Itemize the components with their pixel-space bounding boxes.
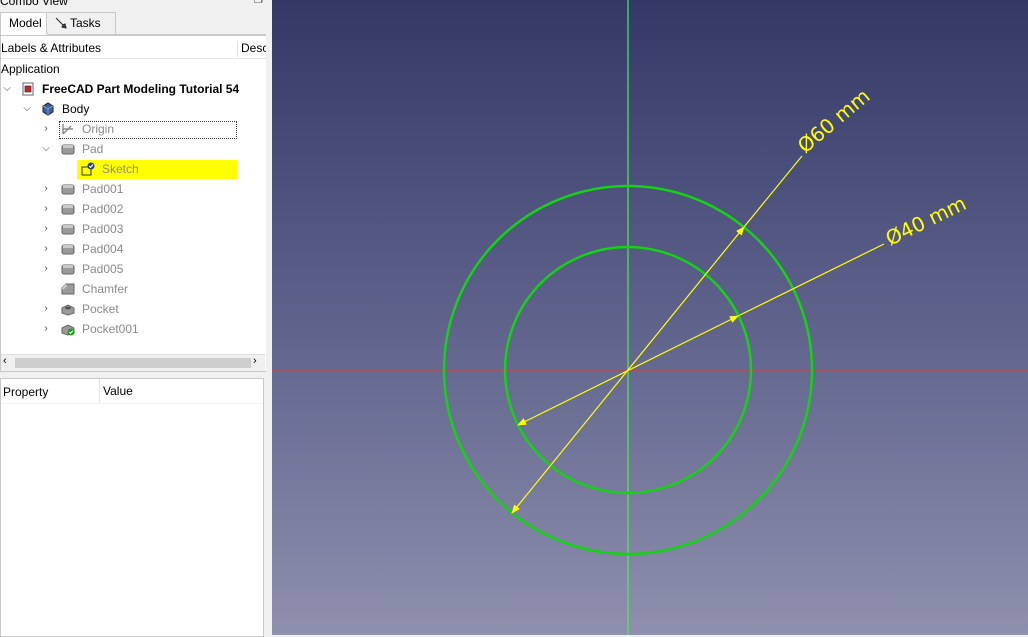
pad-icon <box>61 144 75 155</box>
tree-root-application[interactable]: Application <box>1 59 267 79</box>
sketch-icon <box>81 162 95 176</box>
tab-model[interactable]: Model <box>0 12 48 35</box>
pad-label: Pad <box>82 142 104 156</box>
tree-item-origin[interactable]: › Origin <box>1 119 267 139</box>
outer-diameter-leader <box>743 155 803 228</box>
tree-item-document[interactable]: ⌵ FreeCAD Part Modeling Tutorial 54 <box>1 79 267 99</box>
tree-item-pad005[interactable]: › Pad005 <box>1 259 267 279</box>
chevron-right-icon[interactable]: › <box>41 299 51 319</box>
chevron-right-icon[interactable]: › <box>41 319 51 339</box>
chevron-right-icon[interactable]: › <box>41 179 51 199</box>
scroll-left-icon[interactable]: ‹ <box>3 355 7 367</box>
pocket-label: Pocket <box>82 302 119 316</box>
selection-highlight <box>77 160 237 179</box>
header-divider <box>1 403 263 404</box>
pad-icon <box>61 224 75 235</box>
tree-item-pad003[interactable]: › Pad003 <box>1 219 267 239</box>
sketch-canvas[interactable]: Ø60 mm Ø40 mm <box>272 0 1028 635</box>
document-label: FreeCAD Part Modeling Tutorial 54 <box>42 82 240 96</box>
sketch-label: Sketch <box>102 162 139 176</box>
combo-tabs: Model Tasks <box>0 12 270 35</box>
pad-icon <box>61 264 75 275</box>
pocket-icon <box>61 304 75 316</box>
tree-item-pocket001[interactable]: › Pocket001 <box>1 319 267 339</box>
pad004-label: Pad004 <box>82 242 124 256</box>
pad002-label: Pad002 <box>82 202 124 216</box>
inner-diameter-label[interactable]: Ø40 mm <box>882 191 970 250</box>
float-panel-icon[interactable]: ❐ <box>254 0 263 6</box>
horizontal-scrollbar[interactable]: ‹ › <box>1 354 265 371</box>
combo-view-title: Combo View <box>0 0 268 8</box>
labels-attributes-header[interactable]: Labels & Attributes <box>1 41 101 55</box>
tree-item-pad004[interactable]: › Pad004 <box>1 239 267 259</box>
application-label: Application <box>1 62 60 76</box>
body-icon <box>42 102 54 116</box>
tree-item-pad[interactable]: ⌵ Pad <box>1 139 267 159</box>
property-header[interactable]: Property <box>3 385 48 399</box>
pocket001-label: Pocket001 <box>82 322 139 336</box>
tree-item-body[interactable]: ⌵ Body <box>1 99 267 119</box>
tree-item-pad002[interactable]: › Pad002 <box>1 199 267 219</box>
tree-item-chamfer[interactable]: Chamfer <box>1 279 267 299</box>
pocket-tip-icon <box>61 324 75 336</box>
chevron-down-icon[interactable]: ⌵ <box>2 79 12 99</box>
tab-tasks[interactable]: Tasks <box>46 12 116 34</box>
origin-label: Origin <box>82 122 115 136</box>
tasks-icon <box>55 17 67 29</box>
chevron-right-icon[interactable]: › <box>41 199 51 219</box>
pad003-label: Pad003 <box>82 222 124 236</box>
inner-diameter-leader <box>737 243 885 317</box>
tree-item-pad001[interactable]: › Pad001 <box>1 179 267 199</box>
body-label: Body <box>62 102 90 116</box>
chevron-down-icon[interactable]: ⌵ <box>22 99 32 119</box>
scroll-right-icon[interactable]: › <box>253 355 257 367</box>
chevron-right-icon[interactable]: › <box>41 119 51 139</box>
chevron-right-icon[interactable]: › <box>41 239 51 259</box>
chamfer-icon <box>61 283 75 295</box>
tab-tasks-label: Tasks <box>70 16 101 30</box>
pad001-label: Pad001 <box>82 182 124 196</box>
value-header[interactable]: Value <box>99 379 133 403</box>
property-view[interactable]: Property Value <box>0 378 264 637</box>
tree-item-pocket[interactable]: › Pocket <box>1 299 267 319</box>
pad005-label: Pad005 <box>82 262 124 276</box>
chevron-right-icon[interactable]: › <box>41 259 51 279</box>
document-icon <box>22 82 34 96</box>
tree-header: Labels & Attributes Desc <box>1 36 267 59</box>
chevron-right-icon[interactable]: › <box>41 219 51 239</box>
pad-icon <box>61 184 75 195</box>
chamfer-label: Chamfer <box>82 282 129 296</box>
3d-viewport[interactable]: Ø60 mm Ø40 mm <box>272 0 1028 635</box>
pad-icon <box>61 204 75 215</box>
pad-icon <box>61 244 75 255</box>
tree-item-sketch[interactable]: Sketch <box>1 159 267 179</box>
outer-diameter-label[interactable]: Ø60 mm <box>793 84 875 158</box>
model-tree[interactable]: Labels & Attributes Desc Application ⌵ F… <box>0 35 268 372</box>
origin-icon <box>62 124 73 135</box>
chevron-down-icon[interactable]: ⌵ <box>41 139 51 159</box>
description-header[interactable]: Desc <box>237 41 267 57</box>
combo-view-panel: Combo View ❐ Model Tasks Labels & Attrib… <box>0 0 270 637</box>
combo-view-title-text: Combo View <box>0 0 68 8</box>
scrollbar-thumb[interactable] <box>15 358 251 368</box>
